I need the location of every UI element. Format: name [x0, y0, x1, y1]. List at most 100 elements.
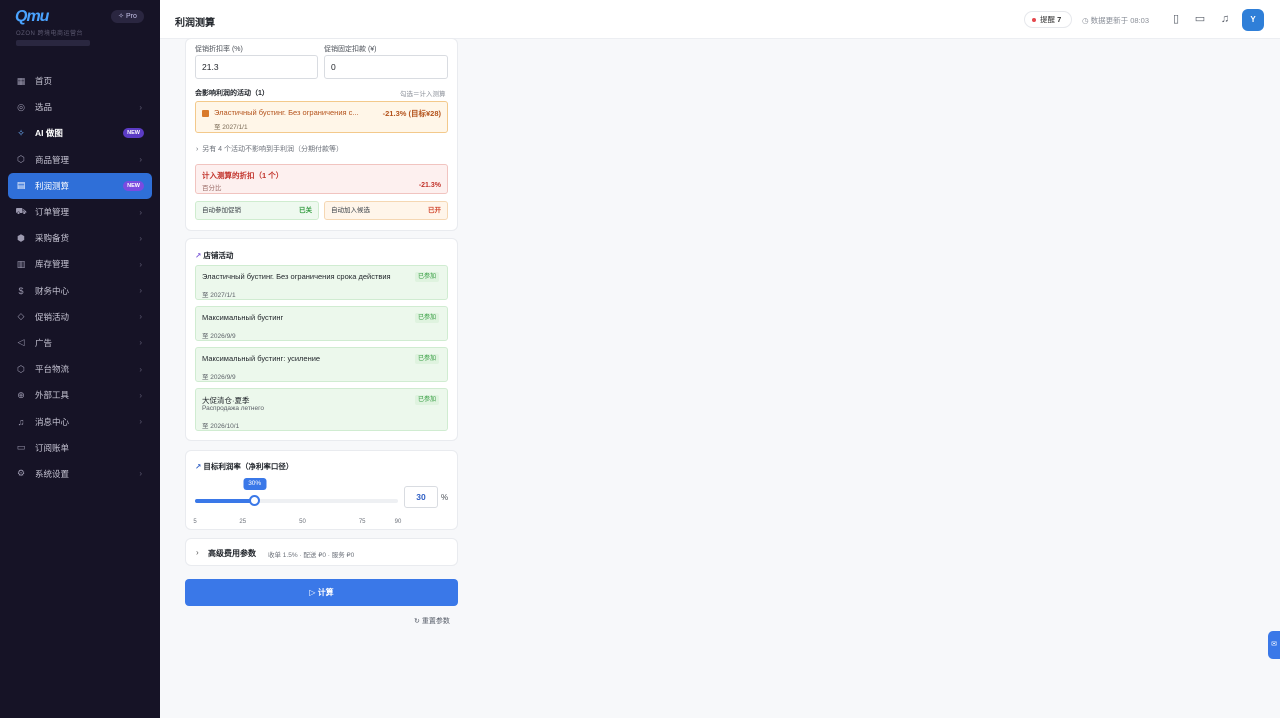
chevron-right-icon: › — [139, 469, 142, 479]
sidebar-item[interactable]: ⬡ 平台物流 › — [8, 356, 152, 382]
chevron-right-icon: › — [139, 312, 142, 322]
discount-rate-input[interactable]: 21.3 — [195, 55, 318, 79]
chevron-right-icon: › — [139, 338, 142, 348]
percent-unit: % — [441, 493, 449, 502]
sidebar-item-label: 商品管理 — [35, 154, 70, 165]
sidebar-item[interactable]: ⬡ 商品管理 › — [8, 147, 152, 173]
chevron-right-icon: › — [139, 102, 142, 112]
store-activity-item[interactable]: 大促清仓·夏季 已参加 Распродажа летнего 至 2026/10/1 — [195, 388, 448, 431]
refresh-icon: ↻ — [414, 618, 420, 625]
chevron-right-icon: › — [139, 259, 142, 269]
fixed-deduction-input[interactable]: 0 — [324, 55, 448, 79]
discount-rate-label: 促销折扣率 (%) — [195, 46, 243, 53]
pro-badge[interactable]: ✧ Pro — [111, 10, 144, 23]
sidebar-item[interactable]: $ 财务中心 › — [8, 278, 152, 304]
sidebar: Qmu ✧ Pro OZON 跨境电商运营台 ▦ 首页 ◎ 选品 › ✧ AI 做图 NEW ⬡… — [0, 0, 160, 718]
store-activity-date: 至 2026/9/9 — [202, 333, 236, 340]
store-activity-name: Эластичный бустинг. Без ограничения срок… — [202, 272, 391, 281]
calculate-label: 计算 — [317, 588, 334, 597]
target-margin-header: ↗ 目标利润率（净利率口径） — [195, 461, 293, 472]
sidebar-item[interactable]: ▦ 首页 — [8, 68, 152, 94]
reset-params-label: 重置参数 — [421, 618, 450, 625]
sidebar-item[interactable]: ◎ 选品 › — [8, 94, 152, 120]
gear-icon: ⚙ — [16, 468, 26, 479]
sidebar-item[interactable]: ✧ AI 做图 NEW — [8, 120, 152, 146]
trend-icon: ↗ — [195, 251, 202, 260]
auto-join-promo-chip[interactable]: 自动参加促销 已关 — [195, 201, 319, 220]
alerts-button[interactable]: 提醒 7 — [1024, 11, 1072, 28]
warehouse-icon: ▥ — [16, 258, 26, 269]
target-margin-input[interactable]: 30 — [404, 486, 438, 508]
reset-params-button[interactable]: ↻ 重置参数 — [414, 616, 450, 626]
auto-add-candidate-label: 自动加入候选 — [331, 207, 370, 214]
target-margin-slider[interactable] — [195, 495, 398, 506]
store-activity-subtitle: Распродажа летнего — [202, 405, 264, 412]
counted-discount-title: 计入测算的折扣（1 个） — [202, 171, 284, 180]
app-subtitle: OZON 跨境电商运营台 — [16, 31, 83, 37]
affecting-promo-item[interactable]: Эластичный бустинг. Без ограничения с...… — [195, 101, 448, 133]
promo-date: 至 2027/1/1 — [214, 124, 248, 131]
sidebar-item-label: 选品 — [35, 102, 53, 113]
update-text: 数据更新于 08:03 — [1090, 16, 1149, 25]
tag-icon: ◇ — [17, 311, 25, 322]
sidebar-item[interactable]: ◇ 促销活动 › — [8, 304, 152, 330]
chevron-right-icon: › — [196, 146, 199, 153]
advanced-params-title: 高级费用参数 — [208, 549, 256, 558]
store-activity-item[interactable]: Максимальный бустинг: усиление 已参加至 2026/… — [195, 347, 448, 382]
auto-add-candidate-chip[interactable]: 自动加入候选 已开 — [324, 201, 448, 220]
store-activity-status: 已参加 — [414, 272, 439, 282]
auto-join-promo-label: 自动参加促销 — [202, 207, 241, 214]
sparkle-icon: ✧ — [17, 127, 25, 138]
sidebar-item-label: 系统设置 — [35, 468, 70, 479]
chevron-right-icon: › — [139, 155, 142, 165]
store-activities-header: ↗ 店铺活动 — [195, 250, 233, 261]
store-activity-item[interactable]: Максимальный бустинг 已参加至 2026/9/9 — [195, 306, 448, 341]
slider-tick-label: 25 — [239, 519, 247, 525]
trend-icon: ↗ — [195, 462, 202, 471]
promo-name: Эластичный бустинг. Без ограничения с... — [214, 108, 359, 117]
other-activities-toggle[interactable]: › 另有 4 个活动不影响到手利润（分期付款等） — [196, 144, 343, 154]
globe-icon: ⊕ — [17, 389, 25, 400]
card-icon: ▭ — [16, 442, 26, 453]
sidebar-item-label: 促销活动 — [35, 311, 70, 322]
slider-tick-label: 75 — [358, 519, 366, 525]
feedback-icon[interactable]: ▭ — [1194, 13, 1206, 25]
user-avatar[interactable]: Y — [1242, 9, 1264, 31]
promo-checkbox[interactable] — [202, 110, 209, 117]
chevron-right-icon: › — [139, 417, 142, 427]
auto-join-promo-status: 已关 — [299, 207, 312, 214]
new-badge: NEW — [123, 180, 144, 191]
store-activity-status: 已参加 — [414, 313, 439, 323]
data-update-time: ◷ 数据更新于 08:03 — [1082, 15, 1149, 26]
app-logo[interactable]: Qmu — [15, 8, 49, 26]
dollar-icon: $ — [18, 285, 24, 296]
sidebar-item-label: 库存管理 — [35, 259, 70, 270]
sidebar-item[interactable]: ▭ 订阅账单 — [8, 435, 152, 461]
slider-tick-label: 50 — [299, 519, 306, 525]
sidebar-item-label: 利润测算 — [35, 180, 70, 191]
new-badge: NEW — [123, 128, 144, 139]
chevron-right-icon: › — [139, 390, 142, 400]
store-activity-date: 至 2026/9/9 — [202, 374, 236, 381]
sidebar-item[interactable]: ◁ 广告 › — [8, 330, 152, 356]
sidebar-item[interactable]: ▥ 库存管理 › — [8, 251, 152, 277]
sidebar-item[interactable]: ⬢ 采购备货 › — [8, 225, 152, 251]
sidebar-nav: ▦ 首页 ◎ 选品 › ✧ AI 做图 NEW ⬡ 商品管理 › ▤ 利润测算 NEW ⛟ 订单管理 › ⬢ 采购备… — [8, 68, 152, 487]
calculate-button[interactable]: ▷ 计算 — [185, 579, 458, 606]
slider-value-tooltip: 30% — [243, 478, 267, 490]
chevron-right-icon: › — [139, 207, 142, 217]
sidebar-item[interactable]: ▤ 利润测算 NEW — [8, 172, 152, 199]
sidebar-item[interactable]: ⊕ 外部工具 › — [8, 382, 152, 408]
alerts-count: 7 — [1057, 15, 1062, 24]
book-icon[interactable]: ▯ — [1170, 13, 1182, 25]
truck-icon: ⬡ — [17, 363, 25, 374]
notification-bell-icon[interactable]: ♫ — [1219, 13, 1231, 25]
sidebar-item[interactable]: ⛟ 订单管理 › — [8, 199, 152, 225]
sidebar-item[interactable]: ♫ 消息中心 › — [8, 408, 152, 434]
sidebar-item-label: 消息中心 — [35, 416, 70, 427]
megaphone-icon: ◁ — [17, 337, 25, 348]
store-activity-item[interactable]: Эластичный бустинг. Без ограничения срок… — [195, 265, 448, 300]
advanced-params-summary: 收单 1.5% · 配送 ₽0 · 服务 ₽0 — [268, 552, 355, 559]
sidebar-item[interactable]: ⚙ 系统设置 › — [8, 461, 152, 487]
help-chat-icon[interactable]: ✉ — [1268, 631, 1280, 659]
